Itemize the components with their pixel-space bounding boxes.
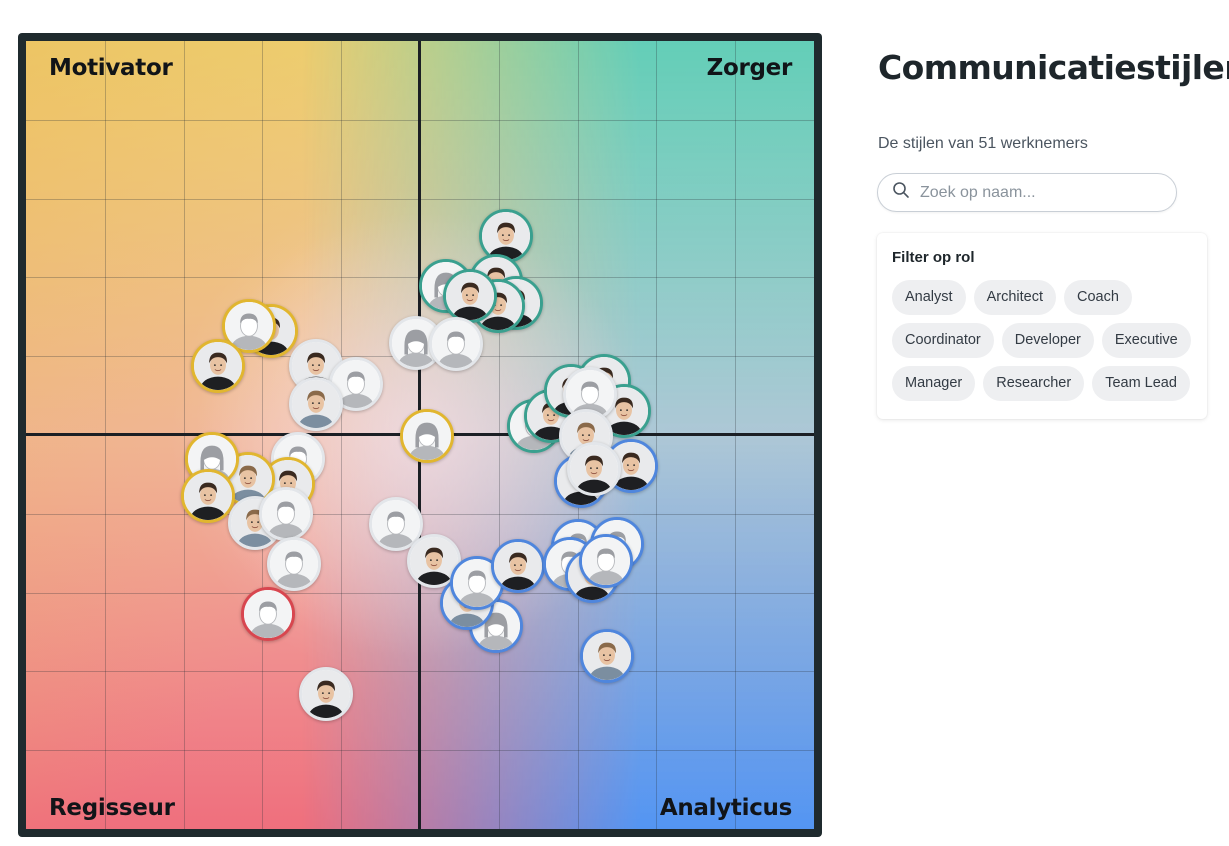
employee-avatar[interactable] <box>443 269 497 323</box>
employee-avatar[interactable] <box>299 667 353 721</box>
search-icon <box>892 181 910 204</box>
employee-photo-icon <box>482 212 530 260</box>
person-placeholder-icon <box>262 490 310 538</box>
role-chip-developer[interactable]: Developer <box>1001 323 1094 358</box>
page-title: Communicatiestijlen <box>878 48 1229 87</box>
employee-avatar[interactable] <box>267 537 321 591</box>
filter-title: Filter op rol <box>892 249 975 266</box>
quadrant-label-motivator: Motivator <box>49 55 173 81</box>
role-chip-team-lead[interactable]: Team Lead <box>1092 366 1190 401</box>
role-chip-list: Analyst Architect Coach Coordinator Deve… <box>892 280 1193 401</box>
employee-avatar[interactable] <box>579 534 633 588</box>
search-box[interactable] <box>877 173 1177 212</box>
role-chip-architect[interactable]: Architect <box>973 280 1056 315</box>
search-input[interactable] <box>920 183 1150 202</box>
employee-count-subtitle: De stijlen van 51 werknemers <box>878 135 1088 152</box>
employee-photo-icon <box>194 342 242 390</box>
employee-avatar[interactable] <box>429 317 483 371</box>
role-chip-analyst[interactable]: Analyst <box>892 280 966 315</box>
quadrant-label-zorger: Zorger <box>706 55 793 81</box>
employee-photo-icon <box>184 472 232 520</box>
person-placeholder-icon <box>244 590 292 638</box>
role-chip-executive[interactable]: Executive <box>1101 323 1191 358</box>
person-placeholder-icon <box>372 500 420 548</box>
person-placeholder-icon <box>582 537 630 585</box>
person-placeholder-female-icon <box>403 412 451 460</box>
employee-photo-icon <box>494 542 542 590</box>
employee-avatar[interactable] <box>241 587 295 641</box>
employee-avatar[interactable] <box>259 487 313 541</box>
employee-avatar[interactable] <box>567 442 621 496</box>
person-placeholder-icon <box>432 320 480 368</box>
employee-avatar[interactable] <box>491 539 545 593</box>
chart-frame: Motivator Zorger Regisseur Analyticus <box>18 33 822 837</box>
employee-photo-icon <box>302 670 350 718</box>
employee-avatar[interactable] <box>191 339 245 393</box>
role-chip-coach[interactable]: Coach <box>1063 280 1132 315</box>
employee-photo-icon <box>292 380 340 428</box>
employee-avatar[interactable] <box>580 629 634 683</box>
role-filter-card: Filter op rol Analyst Architect Coach Co… <box>877 233 1207 419</box>
role-chip-coordinator[interactable]: Coordinator <box>892 323 994 358</box>
quadrant-label-regisseur: Regisseur <box>49 795 175 821</box>
role-chip-manager[interactable]: Manager <box>892 366 976 401</box>
employee-avatar[interactable] <box>181 469 235 523</box>
person-placeholder-icon <box>270 540 318 588</box>
employee-avatar[interactable] <box>289 377 343 431</box>
quadrant-label-analyticus: Analyticus <box>659 795 792 821</box>
employee-photo-icon <box>570 445 618 493</box>
employee-avatar[interactable] <box>400 409 454 463</box>
role-chip-researcher[interactable]: Researcher <box>983 366 1085 401</box>
employee-photo-icon <box>583 632 631 680</box>
employee-photo-icon <box>446 272 494 320</box>
communication-style-quadrant-chart: Motivator Zorger Regisseur Analyticus <box>26 41 814 829</box>
